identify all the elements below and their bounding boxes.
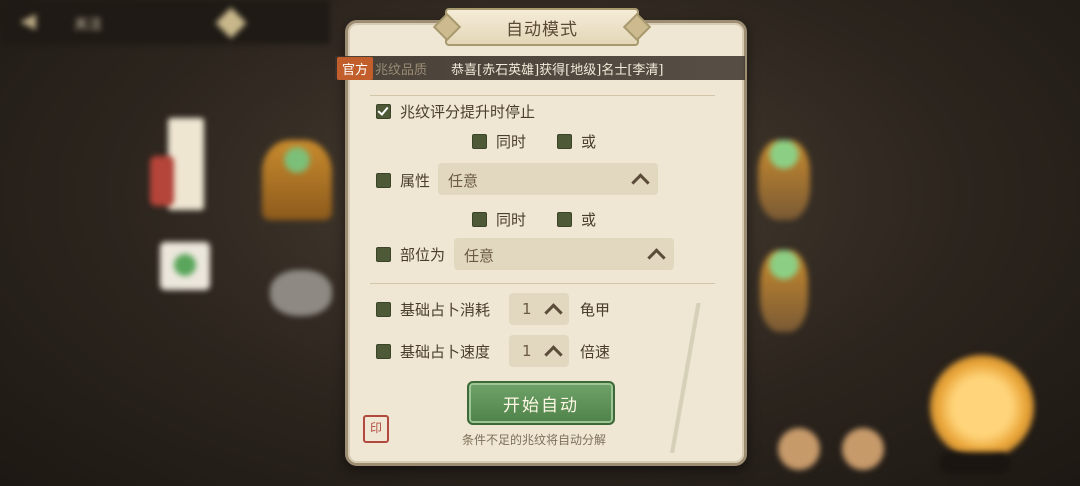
cost-unit: 龟甲	[580, 301, 611, 319]
chevron-up-icon	[647, 248, 666, 267]
speed-stepper[interactable]: 1	[509, 335, 569, 367]
attr-and-label: 同时	[496, 133, 527, 151]
part-checkbox[interactable]	[376, 247, 391, 262]
cost-checkbox[interactable]	[376, 302, 391, 317]
back-arrow-icon[interactable]	[14, 8, 44, 36]
attribute-checkbox[interactable]	[376, 173, 391, 188]
attribute-select-value: 任意	[448, 172, 479, 190]
cost-value: 1	[522, 300, 532, 318]
top-bar-text: 关注	[74, 17, 102, 33]
attr-or-checkbox[interactable]	[557, 134, 572, 149]
ticker-message: 恭喜[赤石英雄]获得[地级]名士[李清]	[451, 62, 664, 78]
clover-icon	[174, 254, 196, 276]
status-pill	[940, 452, 1010, 474]
part-and-checkbox[interactable]	[472, 212, 487, 227]
attr-or-label: 或	[581, 133, 597, 151]
hero-figure-left-top[interactable]	[262, 140, 332, 220]
speed-label: 基础占卜速度	[400, 343, 491, 361]
cost-stepper[interactable]: 1	[509, 293, 569, 325]
seal-tag	[150, 156, 174, 206]
speed-unit: 倍速	[580, 343, 611, 361]
hero-figure-right-top[interactable]	[758, 140, 810, 220]
top-bar	[0, 0, 330, 44]
attr-and-checkbox[interactable]	[472, 134, 487, 149]
chevron-up-icon	[631, 173, 650, 192]
divination-orb[interactable]	[930, 355, 1034, 459]
part-select[interactable]: 任意	[454, 238, 674, 270]
seal-stamp-icon: 印	[363, 415, 389, 443]
dialog-title: 自动模式	[506, 19, 578, 40]
avatar[interactable]	[842, 428, 884, 470]
start-auto-button[interactable]: 开始自动	[467, 381, 615, 425]
bamboo-decoration	[648, 303, 728, 453]
divider	[370, 283, 715, 284]
hero-figure-right-bottom[interactable]	[760, 250, 808, 332]
part-or-label: 或	[581, 211, 597, 229]
chevron-up-icon[interactable]	[544, 303, 563, 322]
part-or-checkbox[interactable]	[557, 212, 572, 227]
stop-on-score-label: 兆纹评分提升时停止	[400, 103, 536, 121]
footnote-text: 条件不足的兆纹将自动分解	[462, 433, 607, 447]
avatar[interactable]	[778, 428, 820, 470]
speed-value: 1	[522, 342, 532, 360]
ticker-sub-text: 兆纹品质	[375, 62, 428, 78]
cost-label: 基础占卜消耗	[400, 301, 491, 319]
attribute-label: 属性	[400, 172, 431, 190]
stop-on-score-checkbox[interactable]	[376, 104, 391, 119]
dialog-title-plate: 自动模式	[445, 8, 639, 46]
speed-checkbox[interactable]	[376, 344, 391, 359]
part-select-value: 任意	[464, 247, 495, 265]
part-label: 部位为	[400, 246, 446, 264]
rock-figure-left[interactable]	[270, 270, 332, 316]
divider	[370, 95, 715, 96]
announcement-ticker: 官方 兆纹品质 恭喜[赤石英雄]获得[地级]名士[李清]	[335, 56, 745, 80]
attribute-select[interactable]: 任意	[438, 163, 658, 195]
chevron-up-icon[interactable]	[544, 345, 563, 364]
part-and-label: 同时	[496, 211, 527, 229]
official-tag: 官方	[337, 56, 374, 80]
